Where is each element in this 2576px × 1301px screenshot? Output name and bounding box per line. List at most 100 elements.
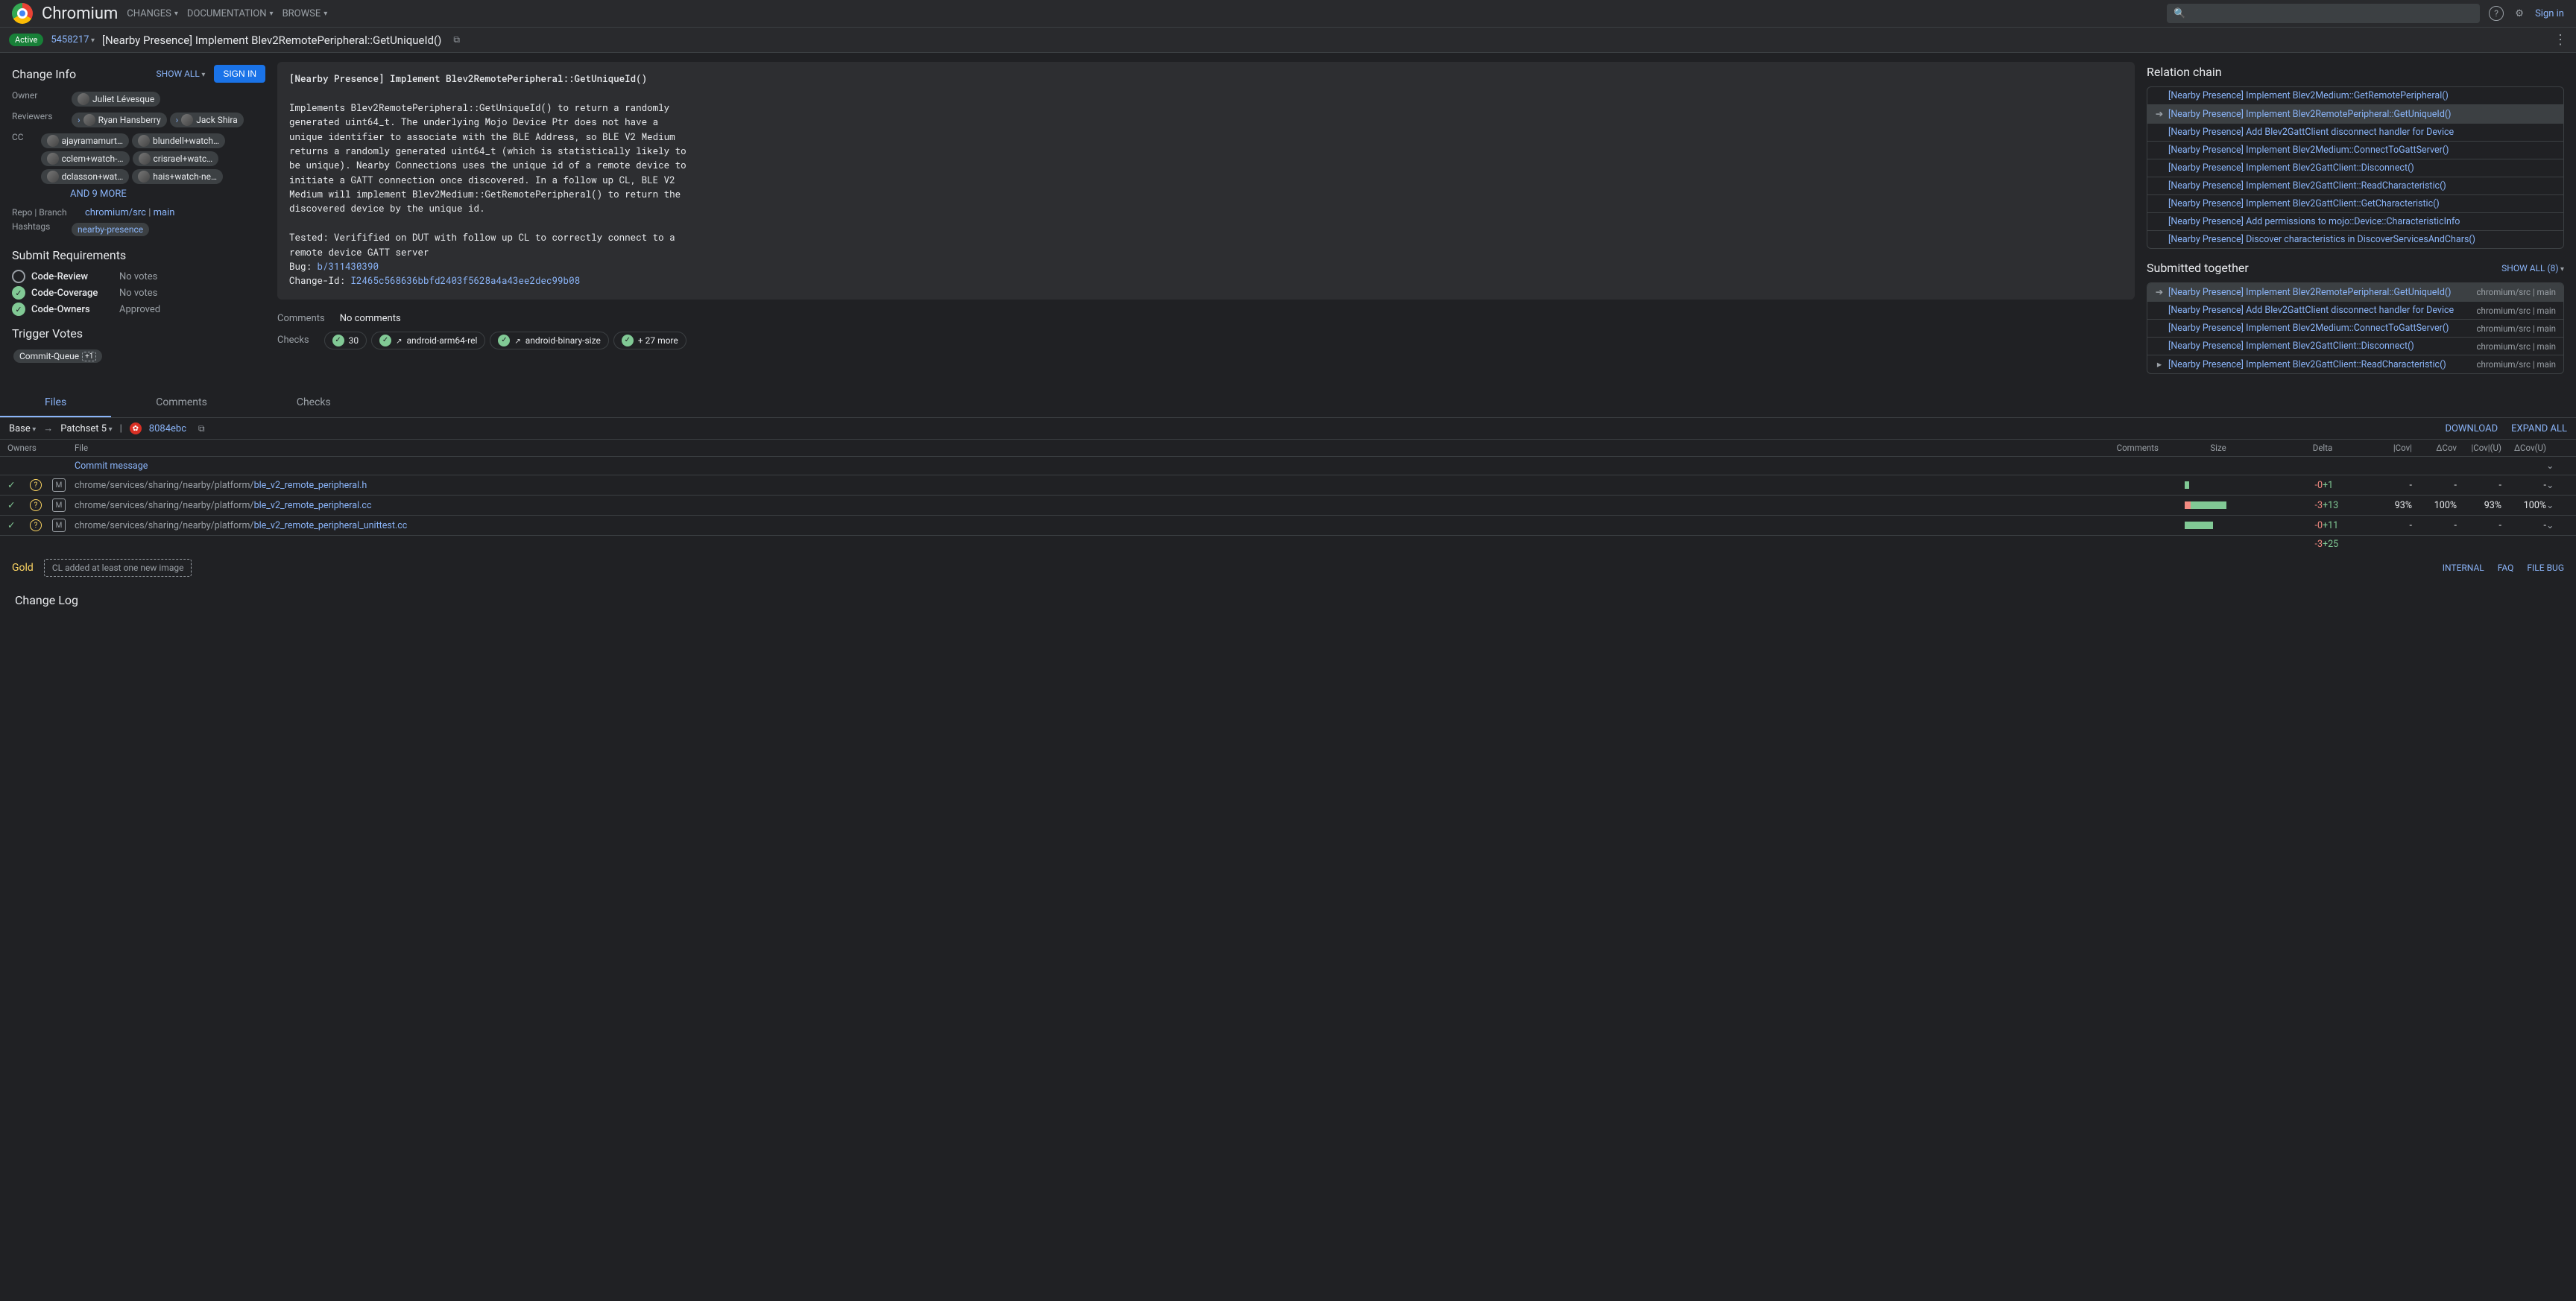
brand-name: Chromium — [42, 4, 118, 23]
relation-item[interactable]: ▸[Nearby Presence] Implement Blev2GattCl… — [2147, 355, 2563, 373]
expand-row-icon[interactable]: ⌄ — [2546, 460, 2569, 472]
footer-internal[interactable]: INTERNAL — [2443, 563, 2484, 573]
attention-icon: › — [78, 115, 80, 125]
show-all-button[interactable]: SHOW ALL — [157, 69, 206, 79]
check-chip[interactable]: ✓+ 27 more — [613, 332, 686, 349]
more-actions-icon[interactable]: ⋮ — [2554, 32, 2567, 48]
relation-item[interactable]: [Nearby Presence] Implement Blev2Medium:… — [2147, 87, 2563, 105]
relation-item[interactable]: [Nearby Presence] Implement Blev2Medium:… — [2147, 142, 2563, 159]
tab-files[interactable]: Files — [0, 389, 111, 417]
checks-label: Checks — [277, 327, 309, 349]
base-selector[interactable]: Base — [9, 423, 36, 434]
arrow-right-icon: → — [43, 422, 53, 434]
branch-link[interactable]: main — [154, 207, 175, 218]
relation-item[interactable]: [Nearby Presence] Implement Blev2GattCli… — [2147, 338, 2563, 355]
change-number[interactable]: 5458217 — [51, 34, 95, 45]
reviewer-chip[interactable]: ›Ryan Hansberry — [72, 113, 167, 127]
cc-chip[interactable]: cclem+watch-… — [41, 151, 130, 166]
search-input[interactable] — [2186, 7, 2474, 20]
relation-item[interactable]: [Nearby Presence] Implement Blev2GattCli… — [2147, 177, 2563, 195]
show-all-submitted[interactable]: SHOW ALL (8) — [2501, 263, 2564, 273]
menu-browse[interactable]: BROWSE — [282, 8, 328, 19]
tab-comments[interactable]: Comments — [111, 389, 252, 417]
check-success-icon: ✓ — [332, 335, 344, 346]
submit-requirement-row: ✓Code-CoverageNo votes — [12, 286, 265, 300]
relation-chain-list: [Nearby Presence] Implement Blev2Medium:… — [2147, 86, 2564, 249]
modified-badge: M — [52, 498, 66, 512]
file-row[interactable]: ✓?Mchrome/services/sharing/nearby/platfo… — [0, 496, 2576, 516]
change-log-heading: Change Log — [0, 583, 2576, 630]
avatar-icon — [47, 171, 59, 183]
file-row[interactable]: ✓?Mchrome/services/sharing/nearby/platfo… — [0, 516, 2576, 536]
file-totals-row: -3 +25 — [0, 536, 2576, 553]
menu-documentation[interactable]: DOCUMENTATION — [187, 8, 274, 19]
repo-link[interactable]: chromium/src — [85, 207, 146, 218]
footer-file-bug[interactable]: FILE BUG — [2527, 563, 2564, 573]
copy-title-icon[interactable] — [449, 34, 460, 45]
commit-queue-chip[interactable]: Commit-Queue +1 — [13, 349, 102, 363]
change-id-link[interactable]: I2465c568636bbfd2403f5628a4a43ee2dec99b0… — [351, 275, 581, 287]
change-title: [Nearby Presence] Implement Blev2RemoteP… — [102, 34, 441, 47]
cc-chip[interactable]: blundell+watch… — [132, 133, 225, 148]
expand-row-icon[interactable]: ⌄ — [2546, 519, 2569, 531]
owner-label: Owner — [12, 90, 64, 101]
relation-item[interactable]: [Nearby Presence] Implement Blev2GattCli… — [2147, 195, 2563, 213]
arrow-icon: ▸ — [2155, 358, 2164, 370]
check-success-icon: ✓ — [622, 335, 634, 346]
external-link-icon — [514, 335, 520, 346]
cc-chip[interactable]: dclasson+wat… — [41, 169, 130, 184]
check-icon: ✓ — [12, 286, 25, 300]
check-chip[interactable]: ✓30 — [324, 332, 367, 349]
relation-item[interactable]: [Nearby Presence] Add Blev2GattClient di… — [2147, 124, 2563, 142]
expand-row-icon[interactable]: ⌄ — [2546, 499, 2569, 511]
check-success-icon: ✓ — [379, 335, 391, 346]
menu-changes[interactable]: CHANGES — [127, 8, 178, 19]
search-box[interactable]: 🔍 — [2167, 4, 2480, 23]
avatar-icon — [47, 135, 59, 147]
tab-checks[interactable]: Checks — [252, 389, 376, 417]
sign-in-link[interactable]: Sign in — [2535, 8, 2564, 19]
download-button[interactable]: DOWNLOAD — [2445, 423, 2498, 434]
change-info-heading: Change Info SHOW ALL SIGN IN — [12, 65, 265, 83]
owner-help-icon[interactable]: ? — [30, 499, 42, 511]
cc-chip[interactable]: hais+watch-ne… — [132, 169, 223, 184]
footer-faq[interactable]: FAQ — [2498, 563, 2514, 573]
relation-item[interactable]: [Nearby Presence] Add permissions to moj… — [2147, 213, 2563, 231]
bug-link[interactable]: b/311430390 — [318, 261, 379, 273]
relation-item[interactable]: ➔[Nearby Presence] Implement Blev2Remote… — [2147, 105, 2563, 124]
patchset-selector[interactable]: Patchset 5 — [60, 423, 112, 434]
owner-help-icon[interactable]: ? — [30, 479, 42, 491]
patch-filebar: Base → Patchset 5 | ✿ 8084ebc DOWNLOAD E… — [0, 418, 2576, 440]
relation-item[interactable]: [Nearby Presence] Implement Blev2GattCli… — [2147, 159, 2563, 177]
gear-icon[interactable] — [2513, 7, 2526, 20]
owner-check-icon: ✓ — [7, 520, 15, 531]
owner-chip[interactable]: Juliet Lévesque — [72, 92, 160, 107]
sha-link[interactable]: 8084ebc — [149, 423, 186, 434]
sign-in-button[interactable]: SIGN IN — [214, 65, 265, 83]
check-chip[interactable]: ✓android-binary-size — [490, 332, 608, 349]
expand-row-icon[interactable]: ⌄ — [2546, 479, 2569, 491]
check-chip[interactable]: ✓android-arm64-rel — [371, 332, 485, 349]
avatar-icon — [47, 153, 59, 165]
check-success-icon: ✓ — [498, 335, 510, 346]
reviewer-chip[interactable]: ›Jack Shira — [170, 113, 244, 127]
relation-item[interactable]: [Nearby Presence] Add Blev2GattClient di… — [2147, 302, 2563, 320]
gold-label: Gold — [12, 562, 34, 574]
help-icon[interactable]: ? — [2489, 6, 2504, 21]
empty-circle-icon — [12, 270, 25, 283]
relation-item[interactable]: [Nearby Presence] Discover characteristi… — [2147, 231, 2563, 248]
relation-item[interactable]: [Nearby Presence] Implement Blev2Medium:… — [2147, 320, 2563, 338]
and-more-link[interactable]: AND 9 MORE — [70, 189, 127, 200]
copy-sha-icon[interactable] — [194, 423, 205, 434]
cc-chip[interactable]: ajayramamurt… — [41, 133, 129, 148]
cc-chip[interactable]: crisrael+watc… — [133, 151, 219, 166]
commit-message-row[interactable]: Commit message ⌄ — [0, 457, 2576, 475]
page-footer: Gold CL added at least one new image INT… — [0, 553, 2576, 583]
attention-icon: › — [176, 115, 179, 125]
arrow-icon: ➔ — [2155, 108, 2164, 120]
relation-item[interactable]: ➔[Nearby Presence] Implement Blev2Remote… — [2147, 283, 2563, 302]
expand-all-button[interactable]: EXPAND ALL — [2511, 423, 2567, 434]
hashtag-chip[interactable]: nearby-presence — [72, 223, 149, 236]
file-row[interactable]: ✓?Mchrome/services/sharing/nearby/platfo… — [0, 475, 2576, 496]
owner-help-icon[interactable]: ? — [30, 519, 42, 531]
